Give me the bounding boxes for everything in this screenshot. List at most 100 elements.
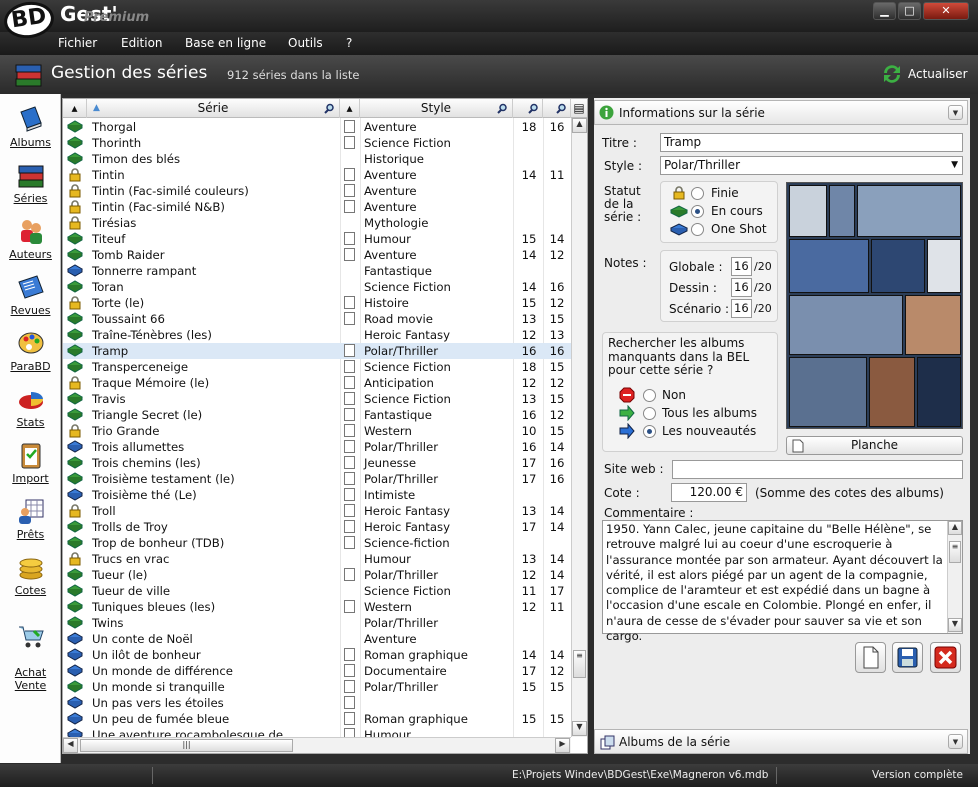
table-row[interactable]: Un pas vers les étoiles bbox=[63, 695, 571, 711]
scroll-up-button[interactable]: ▲ bbox=[572, 118, 587, 133]
scroll-down-button[interactable]: ▼ bbox=[948, 618, 962, 632]
maximize-button[interactable]: □ bbox=[898, 2, 921, 20]
table-row[interactable]: Troisième thé (Le) Intimiste bbox=[63, 487, 571, 503]
table-row[interactable]: Torte (le) Histoire 15 12 bbox=[63, 295, 571, 311]
note-dessin-field[interactable]: 16 bbox=[731, 278, 752, 297]
table-row[interactable]: Transperceneige Science Fiction 18 15 bbox=[63, 359, 571, 375]
table-row[interactable]: Un monde si tranquille Polar/Thriller 15 15 bbox=[63, 679, 571, 695]
column-header-style[interactable]: Style bbox=[360, 99, 513, 118]
table-row[interactable]: Un monde de différence Documentaire 17 12 bbox=[63, 663, 571, 679]
sidebar-item-auteurs[interactable]: Auteurs bbox=[0, 216, 61, 261]
table-row[interactable]: Troll Heroic Fantasy 13 14 bbox=[63, 503, 571, 519]
table-row[interactable]: Toran Science Fiction 14 16 bbox=[63, 279, 571, 295]
table-row[interactable]: Tueur de ville Science Fiction 11 17 bbox=[63, 583, 571, 599]
table-row[interactable]: Tueur (le) Polar/Thriller 12 14 bbox=[63, 567, 571, 583]
commentaire-textarea[interactable]: 1950. Yann Calec, jeune capitaine du "Be… bbox=[602, 520, 963, 643]
table-row[interactable]: Toussaint 66 Road movie 13 15 bbox=[63, 311, 571, 327]
comment-scrollbar[interactable]: ▲ ≡ ▼ bbox=[947, 521, 962, 633]
note-globale-field[interactable]: 16 bbox=[731, 257, 752, 276]
table-row[interactable]: Un ilôt de bonheur Roman graphique 14 14 bbox=[63, 647, 571, 663]
table-row[interactable]: Un peu de fumée bleue Roman graphique 15 15 bbox=[63, 711, 571, 727]
column-header-doc[interactable]: ▴ bbox=[340, 99, 360, 118]
menu-edition[interactable]: Edition bbox=[121, 36, 163, 50]
scroll-left-button[interactable]: ◀ bbox=[63, 738, 78, 753]
close-window-button[interactable]: ✕ bbox=[923, 2, 969, 20]
refresh-icon[interactable] bbox=[880, 62, 904, 86]
sidebar-item-achat-vente[interactable]: Achat Vente bbox=[0, 608, 61, 692]
scroll-down-button[interactable]: ▼ bbox=[572, 721, 587, 736]
table-row[interactable]: Traque Mémoire (le) Anticipation 12 12 bbox=[63, 375, 571, 391]
table-row[interactable]: Trolls de Troy Heroic Fantasy 17 14 bbox=[63, 519, 571, 535]
collapse-icon[interactable]: ▼ bbox=[948, 105, 963, 120]
menu-outils[interactable]: Outils bbox=[288, 36, 323, 50]
albums-section-header[interactable]: Albums de la série ▼ bbox=[594, 729, 968, 754]
table-row[interactable]: Tintin Aventure 14 11 bbox=[63, 167, 571, 183]
table-row[interactable]: Tramp Polar/Thriller 16 16 bbox=[63, 343, 571, 359]
delete-button[interactable] bbox=[930, 642, 961, 673]
menu-fichier[interactable]: Fichier bbox=[58, 36, 97, 50]
save-button[interactable] bbox=[892, 642, 923, 673]
table-row[interactable]: Troisième testament (le) Polar/Thriller 17… bbox=[63, 471, 571, 487]
note-scenario-field[interactable]: 16 bbox=[731, 299, 752, 318]
table-row[interactable]: Tintin (Fac-similé N&B) Aventure bbox=[63, 199, 571, 215]
scroll-thumb[interactable]: ||| bbox=[80, 739, 293, 752]
table-row[interactable]: Tirésias Mythologie bbox=[63, 215, 571, 231]
table-row[interactable]: Titeuf Humour 15 14 bbox=[63, 231, 571, 247]
style-select[interactable]: Polar/Thriller ▼ bbox=[660, 156, 963, 175]
sidebar-item-cotes[interactable]: Cotes bbox=[0, 552, 61, 597]
minimize-button[interactable]: ▁ bbox=[873, 2, 896, 20]
statut-radio-one-shot[interactable] bbox=[691, 223, 704, 236]
sidebar-item-series[interactable]: Séries bbox=[0, 160, 61, 205]
table-row[interactable]: Triangle Secret (le) Fantastique 16 12 bbox=[63, 407, 571, 423]
menu-help[interactable]: ? bbox=[346, 36, 352, 50]
table-row[interactable]: Tonnerre rampant Fantastique bbox=[63, 263, 571, 279]
table-row[interactable]: Twins Polar/Thriller bbox=[63, 615, 571, 631]
bel-radio-tous[interactable] bbox=[643, 407, 656, 420]
table-row[interactable]: Trio Grande Western 10 15 bbox=[63, 423, 571, 439]
table-row[interactable]: Timon des blés Historique bbox=[63, 151, 571, 167]
statut-radio-finie[interactable] bbox=[691, 187, 704, 200]
scroll-thumb[interactable]: ≡ bbox=[949, 541, 961, 563]
table-row[interactable]: Tomb Raider Aventure 14 12 bbox=[63, 247, 571, 263]
sidebar-item-prets[interactable]: Prêts bbox=[0, 496, 61, 541]
menu-base-en-ligne[interactable]: Base en ligne bbox=[185, 36, 266, 50]
scroll-up-button[interactable]: ▲ bbox=[948, 521, 962, 535]
table-row[interactable]: Traîne-Ténèbres (les) Heroic Fantasy 12 13 bbox=[63, 327, 571, 343]
refresh-button[interactable]: Actualiser bbox=[908, 67, 968, 81]
table-row[interactable]: Travis Science Fiction 13 15 bbox=[63, 391, 571, 407]
bel-radio-nouveautes[interactable] bbox=[643, 425, 656, 438]
new-button[interactable] bbox=[855, 642, 886, 673]
sidebar-item-import[interactable]: Import bbox=[0, 440, 61, 485]
sidebar-item-albums[interactable]: Albums bbox=[0, 104, 61, 149]
search-icon[interactable] bbox=[497, 103, 508, 114]
info-section-header[interactable]: Informations sur la série ▼ bbox=[594, 100, 968, 125]
scroll-right-button[interactable]: ▶ bbox=[555, 738, 570, 753]
table-row[interactable]: Trois chemins (les) Jeunesse 17 16 bbox=[63, 455, 571, 471]
bel-radio-non[interactable] bbox=[643, 389, 656, 402]
table-row[interactable]: Thorinth Science Fiction bbox=[63, 135, 571, 151]
horizontal-scrollbar[interactable]: ◀ ||| ▶ bbox=[63, 737, 571, 753]
table-row[interactable]: Trois allumettes Polar/Thriller 16 14 bbox=[63, 439, 571, 455]
site-field[interactable] bbox=[672, 460, 963, 479]
cote-field[interactable]: 120.00 € bbox=[671, 483, 747, 502]
scroll-thumb[interactable]: ≡ bbox=[573, 650, 586, 678]
column-header-note-a[interactable] bbox=[513, 99, 543, 118]
collapse-icon[interactable]: ▼ bbox=[948, 734, 963, 749]
column-header-status[interactable]: ▴ bbox=[63, 99, 87, 118]
sidebar-item-stats[interactable]: Stats bbox=[0, 384, 61, 429]
vertical-scrollbar[interactable]: ▲ ≡ ▼ bbox=[571, 118, 587, 737]
search-icon[interactable] bbox=[324, 103, 335, 114]
table-row[interactable]: Trop de bonheur (TDB) Science-fiction bbox=[63, 535, 571, 551]
table-row[interactable]: Un conte de Noël Aventure bbox=[63, 631, 571, 647]
table-row[interactable]: Tuniques bleues (les) Western 12 11 bbox=[63, 599, 571, 615]
sidebar-item-revues[interactable]: Revues bbox=[0, 272, 61, 317]
statut-radio-en-cours[interactable] bbox=[691, 205, 704, 218]
table-row[interactable]: Trucs en vrac Humour 13 14 bbox=[63, 551, 571, 567]
column-picker-icon[interactable]: ▤ bbox=[571, 99, 587, 118]
table-row[interactable]: Tintin (Fac-similé couleurs) Aventure bbox=[63, 183, 571, 199]
table-row[interactable]: Une aventure rocambolesque de... Humour bbox=[63, 727, 571, 737]
titre-field[interactable]: Tramp bbox=[660, 133, 963, 152]
column-header-note-b[interactable] bbox=[543, 99, 571, 118]
sidebar-item-parabd[interactable]: ParaBD bbox=[0, 328, 61, 373]
column-header-serie[interactable]: ▲ Série bbox=[87, 99, 340, 118]
